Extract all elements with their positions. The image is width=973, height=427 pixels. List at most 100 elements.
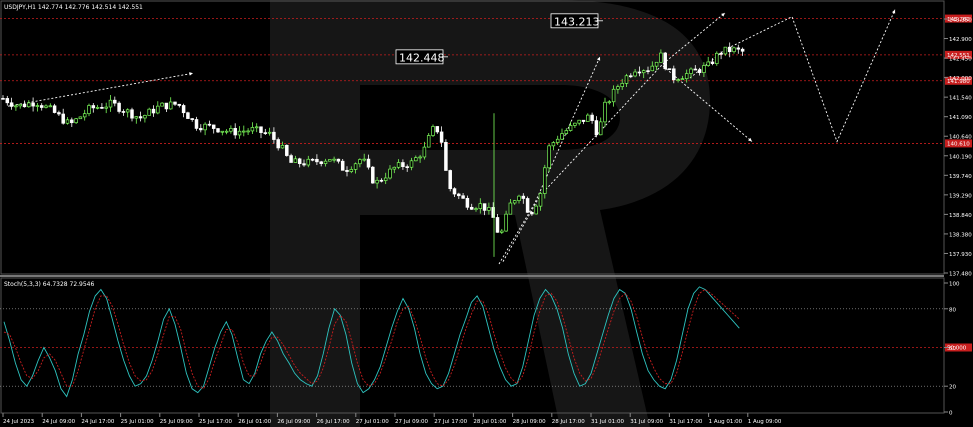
- candle-body: [646, 70, 650, 73]
- candle-body: [340, 160, 345, 171]
- candle-body: [414, 157, 418, 162]
- candle-body: [684, 73, 689, 80]
- candle-body: [250, 127, 255, 132]
- candle-body: [328, 159, 332, 162]
- time-tick-label: 24 Jul 2023: [3, 419, 35, 425]
- candle-body: [121, 111, 126, 113]
- candle-body: [242, 130, 246, 133]
- candle-body: [160, 102, 164, 107]
- candle-body: [383, 177, 388, 181]
- candle-body: [641, 70, 646, 74]
- candle-body: [233, 128, 237, 136]
- candle-body: [70, 119, 74, 124]
- candle-body: [95, 106, 100, 109]
- candle-body: [186, 112, 190, 119]
- candle-body: [547, 145, 551, 169]
- forecast-arrowhead: [189, 72, 193, 76]
- candle-body: [401, 162, 405, 167]
- candle-body: [285, 144, 289, 156]
- price-tick-label: 141.090: [949, 115, 972, 121]
- candle-body: [87, 105, 91, 115]
- forecast-path: [689, 9, 896, 143]
- oscillator-levels-layer: 50.000: [0, 308, 972, 387]
- time-tick-label: 26 Jul 09:00: [277, 419, 310, 425]
- candle-body: [482, 203, 487, 211]
- candle-body: [332, 158, 336, 161]
- candle-body: [9, 102, 14, 107]
- oscillator-tick-label: 0: [949, 411, 953, 417]
- candle-body: [620, 83, 624, 88]
- candle-body: [113, 99, 117, 104]
- price-tick-label: 140.190: [949, 154, 972, 160]
- candle-body: [469, 206, 474, 210]
- time-tick-label: 31 Jul 01:00: [591, 419, 624, 425]
- candle-body: [551, 142, 556, 147]
- candle-body: [27, 102, 31, 108]
- candle-body: [310, 158, 315, 161]
- candle-body: [319, 161, 323, 164]
- time-tick-label: 1 Aug 09:00: [748, 419, 782, 425]
- candle-body: [611, 88, 616, 103]
- candle-body: [91, 105, 96, 109]
- time-tick-label: 28 Jul 09:00: [513, 419, 546, 425]
- candle-body: [134, 116, 139, 119]
- candle-body: [667, 68, 672, 71]
- candle-body: [676, 79, 680, 81]
- candle-body: [487, 207, 491, 211]
- candle-body: [573, 122, 577, 126]
- candle-body: [259, 126, 263, 133]
- candle-body: [371, 166, 375, 184]
- candle-body: [525, 198, 530, 213]
- candle-body: [216, 128, 220, 133]
- candle-body: [203, 123, 207, 131]
- candle-body: [474, 208, 478, 210]
- candle-body: [465, 197, 470, 208]
- candle-body: [65, 119, 70, 124]
- price-tick-label: 142.450: [949, 57, 972, 63]
- candle-body: [229, 128, 233, 132]
- candle-body: [302, 163, 306, 166]
- candle-body: [448, 170, 452, 190]
- candle-body: [461, 195, 465, 199]
- candle-body: [297, 158, 302, 165]
- candle-body: [672, 68, 676, 81]
- candle-body: [530, 212, 534, 215]
- candle-body: [388, 168, 392, 179]
- price-tick-label: 142.900: [949, 37, 972, 43]
- candle-body: [211, 124, 216, 129]
- candle-body: [508, 202, 513, 215]
- price-tick-label: 143.350: [949, 18, 972, 24]
- candle-body: [654, 61, 659, 67]
- time-tick-label: 24 Jul 17:00: [81, 419, 114, 425]
- candle-body: [659, 52, 663, 63]
- candle-body: [534, 205, 538, 215]
- candle-body: [517, 195, 521, 201]
- candle-body: [18, 103, 22, 107]
- candle-body: [78, 116, 83, 120]
- chart-canvas: 143.260142.551141.980140.610 143.213142.…: [0, 0, 972, 427]
- oscillator-title: Stoch(5,3,3) 64.7328 72.9546: [4, 281, 95, 288]
- candle-body: [594, 120, 599, 136]
- candle-body: [723, 46, 728, 55]
- candle-body: [637, 71, 642, 74]
- price-annotation-label: 142.448: [399, 51, 445, 64]
- candle-body: [237, 130, 242, 136]
- chart-title: USDJPY,H1 142.774 142.776 142.514 142.55…: [4, 4, 143, 11]
- candle-body: [521, 195, 526, 199]
- price-tick-label: 142.000: [949, 76, 972, 82]
- time-tick-label: 27 Jul 09:00: [395, 419, 428, 425]
- candle-body: [190, 118, 194, 120]
- candle-body: [504, 213, 508, 232]
- candle-body: [736, 47, 741, 50]
- candle-body: [590, 114, 594, 121]
- time-tick-label: 25 Jul 09:00: [160, 419, 193, 425]
- oscillator-tick-label: 80: [949, 307, 956, 313]
- candle-body: [396, 162, 401, 168]
- price-annotation-label: 143.213: [554, 15, 600, 28]
- candle-body: [439, 131, 444, 143]
- candle-body: [22, 103, 27, 108]
- candle-body: [44, 105, 48, 108]
- candle-body: [564, 130, 569, 134]
- candle-body: [177, 103, 182, 106]
- candle-body: [495, 217, 500, 233]
